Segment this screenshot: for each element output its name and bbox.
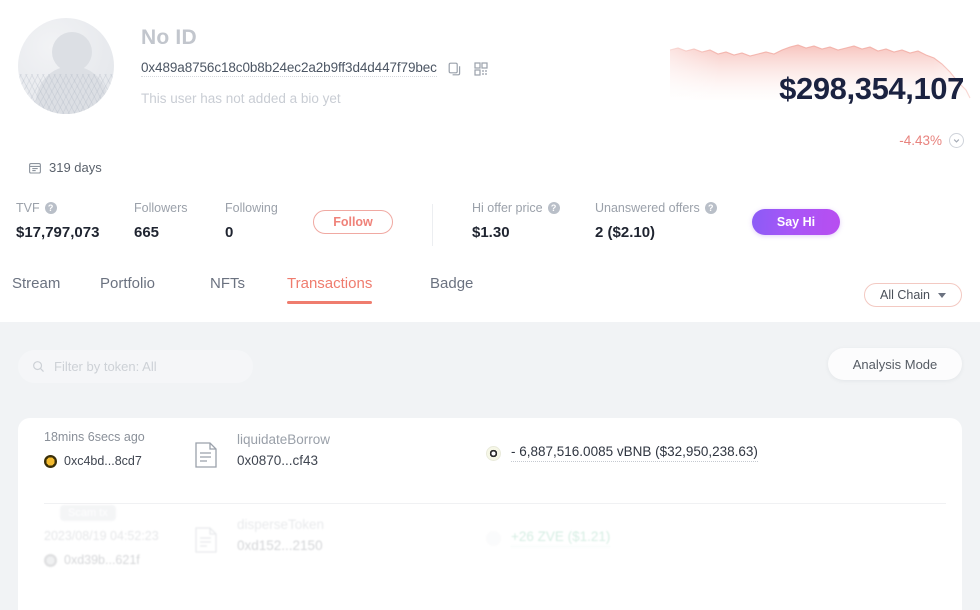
chevron-down-icon[interactable] xyxy=(949,133,964,148)
say-hi-button[interactable]: Say Hi xyxy=(752,209,840,235)
tx-method: disperseToken xyxy=(237,517,325,532)
stat-followers-value: 665 xyxy=(134,224,160,241)
account-age-badge: 319 days xyxy=(28,160,102,175)
contract-icon xyxy=(193,440,220,470)
wallet-address: 0x489a8756c18c0b8b24ec2a2b9ff3d4d447f79b… xyxy=(141,60,437,77)
profile-header: No ID 0x489a8756c18c0b8b24ec2a2b9ff3d4d4… xyxy=(0,0,980,258)
tx-from-address-row[interactable]: 0xc4bd...8cd7 xyxy=(44,454,142,468)
transactions-list: 18mins 6secs ago 0xc4bd...8cd7 liquidate… xyxy=(18,418,962,610)
tx-amount-row: +26 ZVE ($1.21) xyxy=(486,529,611,547)
stat-unanswered-offers-label: Unanswered offers xyxy=(595,201,700,215)
tx-from-address: 0xd39b...621f xyxy=(64,553,140,567)
stat-tvf-value: $17,797,073 xyxy=(16,224,100,241)
table-row[interactable]: 18mins 6secs ago 0xc4bd...8cd7 liquidate… xyxy=(18,428,962,504)
chain-icon xyxy=(44,553,57,567)
stat-unanswered-offers-value: 2 ($2.10) xyxy=(595,224,656,241)
help-icon[interactable]: ? xyxy=(44,202,57,214)
page-title: No ID xyxy=(141,26,197,49)
profile-page: No ID 0x489a8756c18c0b8b24ec2a2b9ff3d4d4… xyxy=(0,0,980,610)
tab-nfts[interactable]: NFTs xyxy=(210,275,245,304)
stat-hi-offer-price-label: Hi offer price xyxy=(472,201,543,215)
token-filter-input[interactable]: Filter by token: All xyxy=(18,350,253,383)
contract-icon xyxy=(193,525,220,555)
token-filter-placeholder: Filter by token: All xyxy=(54,359,157,374)
tx-from-address: 0xc4bd...8cd7 xyxy=(64,454,142,468)
chevron-down-icon xyxy=(938,292,947,298)
tx-timestamp: 18mins 6secs ago xyxy=(44,430,145,444)
avatar[interactable] xyxy=(18,18,114,114)
profile-bio: This user has not added a bio yet xyxy=(141,91,341,106)
qr-code-icon[interactable] xyxy=(473,61,489,77)
tx-timestamp: 2023/08/19 04:52:23 xyxy=(44,529,159,543)
tab-badge[interactable]: Badge xyxy=(430,275,473,304)
tab-transactions[interactable]: Transactions xyxy=(287,275,373,304)
tx-hash[interactable]: 0xd152...2150 xyxy=(237,538,323,553)
stat-followers-label: Followers xyxy=(134,201,188,215)
stat-following-value: 0 xyxy=(225,224,234,241)
stat-unanswered-offers: Unanswered offers ? 2 ($2.10) xyxy=(595,200,717,241)
tab-stream[interactable]: Stream xyxy=(12,275,60,304)
follow-button[interactable]: Follow xyxy=(313,210,393,234)
tab-portfolio[interactable]: Portfolio xyxy=(100,275,155,304)
stat-hi-offer-price-value: $1.30 xyxy=(472,224,510,241)
bnb-chain-icon xyxy=(44,454,57,468)
stat-hi-offer-price: Hi offer price ? $1.30 xyxy=(472,200,560,241)
stat-followers: Followers 665 xyxy=(134,200,188,241)
avatar-mesh-decoration xyxy=(18,74,114,114)
search-icon xyxy=(33,361,44,372)
balance-change-row: -4.43% xyxy=(899,133,964,148)
tx-amount-row: - 6,887,516.0085 vBNB ($32,950,238.63) xyxy=(486,444,758,462)
table-row[interactable]: Scam tx 2023/08/19 04:52:23 0xd39b...621… xyxy=(18,505,962,587)
tx-from-address-row[interactable]: 0xd39b...621f xyxy=(44,553,140,567)
tx-amount[interactable]: +26 ZVE ($1.21) xyxy=(511,529,611,547)
tx-method: liquidateBorrow xyxy=(237,432,331,447)
analysis-mode-button[interactable]: Analysis Mode xyxy=(828,348,962,380)
chain-filter-dropdown[interactable]: All Chain xyxy=(864,283,962,307)
status-badge: Scam tx xyxy=(60,505,116,521)
copy-icon[interactable] xyxy=(447,61,463,77)
balance-change: -4.43% xyxy=(899,133,942,148)
address-row: 0x489a8756c18c0b8b24ec2a2b9ff3d4d447f79b… xyxy=(141,60,489,77)
tab-bar: Stream Portfolio NFTs Transactions Badge xyxy=(0,275,980,323)
account-age-label: 319 days xyxy=(49,160,102,175)
chain-filter-value: All Chain xyxy=(879,288,931,302)
help-icon[interactable]: ? xyxy=(547,202,560,214)
stat-following-label: Following xyxy=(225,201,278,215)
help-icon[interactable]: ? xyxy=(704,202,717,214)
balance-panel: $298,354,107 -4.43% xyxy=(664,28,976,148)
stat-following: Following 0 xyxy=(225,200,278,241)
stat-tvf-label: TVF xyxy=(16,201,40,215)
stats-divider xyxy=(432,204,433,246)
zve-token-icon xyxy=(486,530,501,546)
stat-tvf: TVF ? $17,797,073 xyxy=(16,200,99,241)
tx-amount[interactable]: - 6,887,516.0085 vBNB ($32,950,238.63) xyxy=(511,444,758,462)
total-balance: $298,354,107 xyxy=(779,71,964,106)
tx-hash[interactable]: 0x0870...cf43 xyxy=(237,453,318,468)
row-divider xyxy=(44,503,946,504)
vbnb-token-icon xyxy=(486,445,501,461)
